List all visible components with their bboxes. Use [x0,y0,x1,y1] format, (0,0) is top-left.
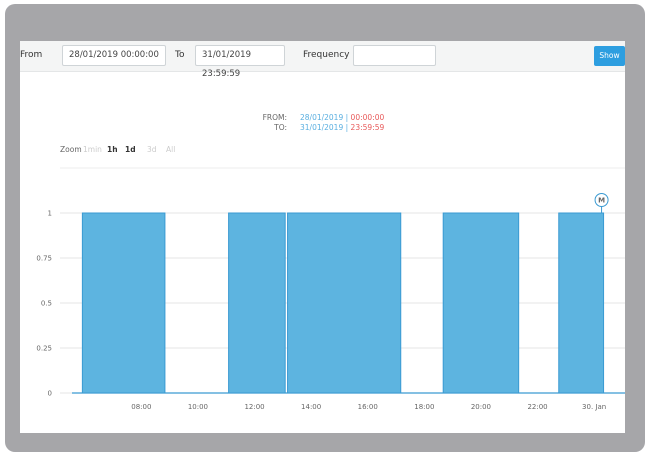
x-tick-label: 16:00 [358,403,378,411]
x-tick-label: 12:00 [244,403,264,411]
x-tick-label: 18:00 [414,403,434,411]
x-tick-label: 20:00 [471,403,491,411]
x-tick-label: 30. Jan [582,403,606,411]
y-tick-label: 1 [48,210,52,218]
app-screen: From 28/01/2019 00:00:00 To 31/01/2019 2… [20,41,625,433]
y-tick-label: 0.25 [36,345,52,353]
x-tick-label: 08:00 [131,403,151,411]
y-tick-label: 0.5 [41,300,52,308]
area-segment [442,212,520,394]
x-tick-label: 14:00 [301,403,321,411]
area-segment [81,212,166,394]
area-segment [287,212,402,394]
y-tick-label: 0.75 [36,255,52,263]
x-tick-label: 22:00 [527,403,547,411]
x-tick-label: 10:00 [188,403,208,411]
monitor-frame: From 28/01/2019 00:00:00 To 31/01/2019 2… [0,0,645,452]
chart-area: 0 0.25 0.5 0.75 1 08:00 10:00 12:00 14:00 16:00 18… [36,167,625,411]
area-segment [228,212,286,394]
flag-label: M [598,197,605,205]
y-tick-label: 0 [48,390,52,398]
area-segment [558,212,605,394]
